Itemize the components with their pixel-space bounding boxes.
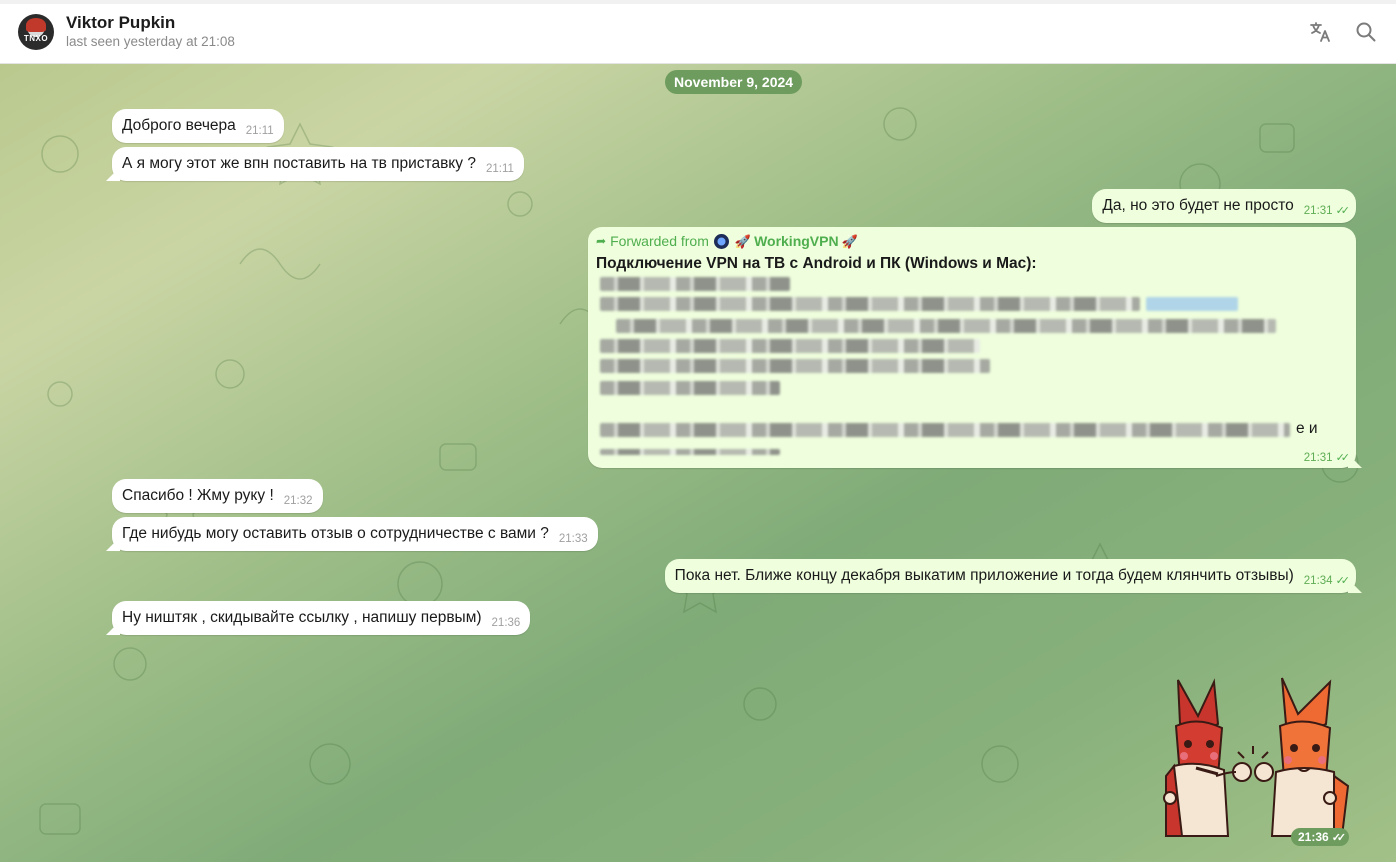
message-text: Доброго вечера bbox=[122, 117, 236, 134]
double-check-icon: ✓✓ bbox=[1335, 575, 1351, 587]
avatar-text: TNXO bbox=[23, 33, 49, 43]
date-separator[interactable]: November 9, 2024 bbox=[665, 70, 803, 94]
message-text: Где нибудь могу оставить отзыв о сотрудн… bbox=[122, 525, 549, 542]
chat-header: TNXO Viktor Pupkin last seen yesterday a… bbox=[0, 0, 1396, 64]
message-incoming[interactable]: Где нибудь могу оставить отзыв о сотрудн… bbox=[112, 517, 598, 551]
forwarded-message[interactable]: ➦ Forwarded from 🚀 WorkingVPN 🚀 Подключе… bbox=[588, 227, 1356, 468]
left-fox bbox=[1163, 678, 1252, 837]
chat-area[interactable]: November 9, 2024 Доброго вечера 21:11 А я… bbox=[0, 64, 1396, 862]
channel-avatar bbox=[713, 234, 729, 249]
message-text: А я могу этот же впн поставить на тв при… bbox=[122, 155, 476, 172]
blurred-content bbox=[596, 277, 1290, 457]
forward-arrow-icon: ➦ bbox=[596, 234, 607, 248]
forward-trailing-text: e и bbox=[1296, 420, 1318, 437]
message-outgoing[interactable]: Пока нет. Ближе концу декабря выкатим пр… bbox=[664, 559, 1356, 593]
peer-name[interactable]: Viktor Pupkin bbox=[66, 13, 235, 33]
message-text: Да, но это будет не просто bbox=[1102, 197, 1294, 214]
header-actions bbox=[1308, 20, 1378, 44]
message-time: 21:34 bbox=[1303, 575, 1333, 587]
message-time: 21:31 bbox=[1303, 205, 1333, 217]
top-strip bbox=[0, 0, 1396, 4]
right-fox bbox=[1254, 677, 1350, 837]
rocket-icon: 🚀 bbox=[841, 234, 858, 249]
bump-spark bbox=[1237, 746, 1269, 759]
search-icon[interactable] bbox=[1354, 20, 1378, 44]
message-time: 21:32 bbox=[283, 495, 313, 507]
message-time: 21:11 bbox=[485, 163, 514, 175]
message-time: 21:11 bbox=[245, 125, 274, 137]
message-incoming[interactable]: А я могу этот же впн поставить на тв при… bbox=[112, 147, 524, 181]
double-check-icon: ✓✓ bbox=[1331, 832, 1347, 844]
peer-info[interactable]: Viktor Pupkin last seen yesterday at 21:… bbox=[66, 13, 235, 51]
peer-avatar[interactable]: TNXO bbox=[18, 13, 54, 50]
message-text: Спасибо ! Жму руку ! bbox=[122, 487, 274, 504]
forwarded-label: Forwarded from bbox=[610, 233, 709, 249]
double-check-icon: ✓✓ bbox=[1335, 452, 1351, 464]
forward-channel-name[interactable]: WorkingVPN bbox=[754, 233, 839, 250]
rocket-icon: 🚀 bbox=[734, 234, 752, 249]
message-outgoing[interactable]: Да, но это будет не просто 21:31 ✓✓ bbox=[1092, 189, 1356, 223]
message-text: Пока нет. Ближе концу декабря выкатим пр… bbox=[674, 567, 1294, 584]
forward-header[interactable]: ➦ Forwarded from 🚀 WorkingVPN 🚀 bbox=[596, 233, 1348, 250]
peer-status: last seen yesterday at 21:08 bbox=[66, 33, 235, 49]
forward-title: Подключение VPN на ТВ с Android и ПК (Wi… bbox=[596, 255, 1037, 272]
message-incoming[interactable]: Ну ништяк , скидывайте ссылку , напишу п… bbox=[112, 601, 531, 635]
translate-icon[interactable] bbox=[1308, 20, 1332, 44]
message-time: 21:31 ✓✓ bbox=[1303, 452, 1351, 464]
message-text: Ну ништяк , скидывайте ссылку , напишу п… bbox=[122, 609, 482, 626]
double-check-icon: ✓✓ bbox=[1335, 205, 1351, 217]
message-incoming[interactable]: Доброго вечера 21:11 bbox=[112, 109, 284, 143]
message-time: 21:36 bbox=[491, 617, 521, 629]
message-time: 21:33 bbox=[558, 533, 588, 545]
fox-fistbump-sticker[interactable] bbox=[1158, 676, 1358, 838]
message-incoming[interactable]: Спасибо ! Жму руку ! 21:32 bbox=[112, 479, 323, 513]
sticker-time: 21:36 ✓✓ bbox=[1291, 828, 1350, 846]
